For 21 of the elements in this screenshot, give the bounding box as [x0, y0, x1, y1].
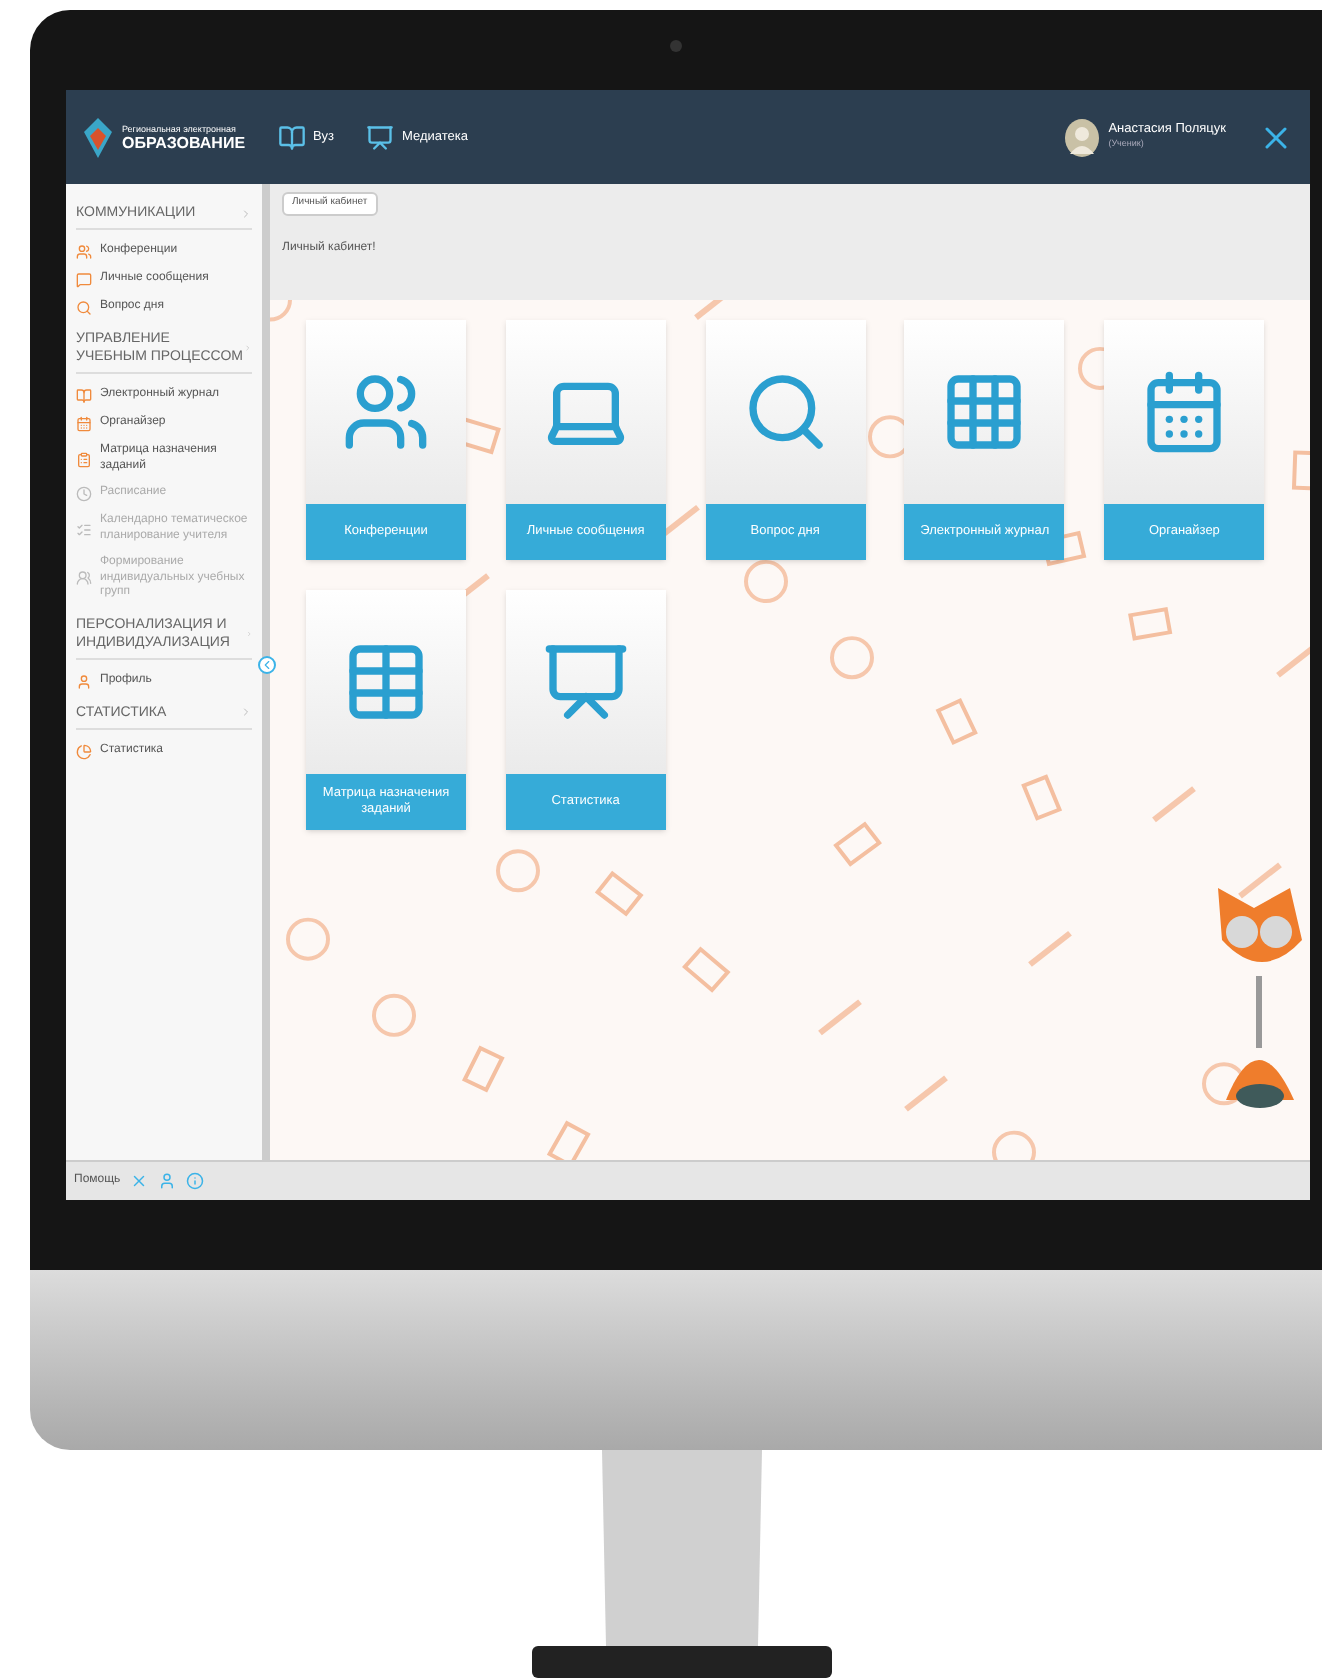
chevron-icon [240, 207, 252, 219]
logo-icon [82, 115, 114, 159]
clipboard-icon [76, 451, 92, 467]
pie-chart-icon [76, 743, 92, 759]
clock-icon [76, 486, 92, 502]
checklist-icon [76, 521, 92, 537]
camera-icon [670, 40, 682, 52]
search-icon [76, 300, 92, 316]
screen-icon [366, 123, 395, 151]
avatar-icon [1064, 117, 1101, 157]
person-icon[interactable] [158, 1172, 177, 1190]
person-icon [76, 673, 92, 689]
info-icon[interactable] [186, 1172, 205, 1190]
book-icon [76, 388, 92, 404]
logo-title: ОБРАЗОВАНИЕ [122, 133, 246, 151]
group-icon [76, 570, 92, 587]
chat-icon [76, 272, 92, 288]
book-icon [277, 123, 306, 151]
calendar-icon [76, 416, 92, 432]
chevron-icon [240, 706, 252, 718]
people-icon [76, 244, 92, 260]
